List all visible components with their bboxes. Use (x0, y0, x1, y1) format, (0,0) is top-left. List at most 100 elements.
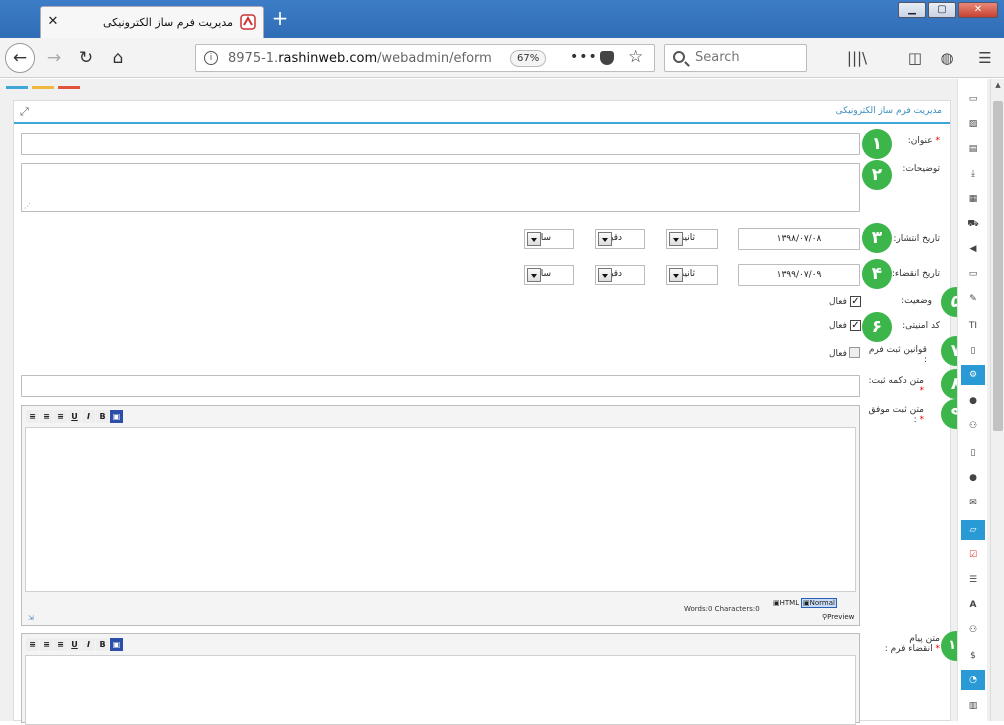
italic-icon[interactable]: I (82, 638, 95, 651)
globe-icon[interactable]: ◍ (936, 47, 958, 69)
page-actions-icon[interactable]: ••• (570, 49, 598, 65)
search-box[interactable] (664, 44, 807, 72)
chevron-down-icon (598, 268, 612, 282)
library-icon[interactable]: |||\ (846, 47, 868, 69)
underline-icon[interactable]: U (68, 638, 81, 651)
users-icon[interactable]: ⚇ (961, 416, 985, 436)
submit-text-label: متن دکمه ثبت: * (868, 376, 924, 396)
mobile-icon[interactable]: ▯ (961, 443, 985, 463)
align-center-icon[interactable]: ≡ (40, 410, 53, 423)
pocket-icon[interactable] (600, 51, 614, 65)
font-icon[interactable]: A (961, 595, 985, 615)
image-icon[interactable]: ▨ (961, 114, 985, 134)
editor-resize-icon[interactable]: ⇲ (28, 614, 34, 622)
expire-message-area[interactable] (25, 655, 856, 725)
status-check-label: فعال (829, 297, 847, 307)
bold-icon[interactable]: B (96, 410, 109, 423)
bold-icon[interactable]: B (96, 638, 109, 651)
reload-button[interactable]: ↻ (72, 44, 100, 72)
users-group-icon[interactable]: ⚇ (961, 620, 985, 640)
bookmark-star-icon[interactable]: ☆ (628, 47, 643, 67)
bar-chart-icon[interactable]: ▥ (961, 696, 985, 716)
menu-icon[interactable]: ☰ (974, 47, 996, 69)
align-left-icon[interactable]: ≡ (54, 410, 67, 423)
sitemap-icon[interactable]: ⚙ (961, 365, 985, 385)
window-close-icon[interactable]: ✕ (958, 2, 998, 18)
security-code-checkbox[interactable]: ✓ (850, 320, 861, 331)
success-text-editor: ≡ ≡ ≡ U I B ▣ ▣Normal ▣HTML Words:0 Char… (21, 405, 860, 626)
save-icon[interactable]: ▣ (110, 638, 123, 651)
folder-open-icon[interactable]: ▱ (961, 520, 985, 540)
description-textarea[interactable]: ⋰ (21, 163, 860, 212)
home-button[interactable]: ⌂ (104, 44, 132, 72)
page-content: ⤢ مدیریت فرم ساز الکترونیکی * عنوان: توض… (0, 79, 990, 725)
cart-icon[interactable]: ⛟ (961, 214, 985, 234)
search-input[interactable] (695, 50, 800, 65)
align-right-icon[interactable]: ≡ (26, 410, 39, 423)
close-tab-icon[interactable]: ✕ (45, 14, 61, 30)
monitor-icon[interactable]: ▭ (961, 264, 985, 284)
chevron-down-icon (669, 232, 683, 246)
speaker-icon[interactable]: ◀ (961, 239, 985, 259)
success-text-area[interactable] (25, 427, 856, 592)
url-bar[interactable]: i 8975-1.rashinweb.com/webadmin/eform 67… (195, 44, 655, 72)
preview-button[interactable]: ⚲Preview (822, 613, 854, 621)
browser-tab[interactable]: ✕ مدیریت فرم ساز الکترونیکی (40, 6, 264, 38)
user-icon[interactable]: ● (961, 391, 985, 411)
minimize-icon[interactable]: ▁ (898, 2, 926, 18)
zoom-level-badge[interactable]: 67% (510, 50, 547, 67)
expand-icon[interactable]: ⤢ (20, 105, 29, 119)
search-icon (673, 51, 685, 63)
expire-date-input[interactable]: ۱۳۹۹/۰۷/۰۹ (738, 264, 860, 286)
download-icon[interactable]: ⤓ (961, 164, 985, 184)
forward-button[interactable]: → (40, 44, 68, 72)
expire-hour-select[interactable]: ساعت (524, 265, 574, 285)
underline-icon[interactable]: U (68, 410, 81, 423)
url-text[interactable]: 8975-1.rashinweb.com/webadmin/eform (228, 51, 492, 66)
status-checkbox[interactable]: ✓ (850, 296, 861, 307)
accent-strip-blue (6, 86, 28, 89)
info-icon[interactable]: i (204, 51, 218, 65)
align-left-icon[interactable]: ≡ (54, 638, 67, 651)
document-icon[interactable]: ▤ (961, 139, 985, 159)
back-button[interactable]: ← (5, 43, 35, 73)
align-right-icon[interactable]: ≡ (26, 638, 39, 651)
security-check-label: فعال (829, 321, 847, 331)
publish-hour-select[interactable]: ساعت (524, 229, 574, 249)
file-icon[interactable]: ▯ (961, 341, 985, 361)
html-mode-button[interactable]: ▣HTML (773, 599, 799, 607)
publish-minute-select[interactable]: دقیقه (595, 229, 645, 249)
chevron-down-icon (527, 232, 541, 246)
publish-date-input[interactable]: ۱۳۹۸/۰۷/۰۸ (738, 228, 860, 250)
card-icon[interactable]: ▭ (961, 89, 985, 109)
title-input[interactable] (21, 133, 860, 155)
scroll-thumb[interactable] (993, 101, 1003, 431)
checkbox-icon[interactable]: ☑ (961, 545, 985, 565)
pen-icon[interactable]: ✎ (961, 289, 985, 309)
chat-icon[interactable]: ● (961, 468, 985, 488)
mail-icon[interactable]: ✉ (961, 493, 985, 513)
normal-mode-button[interactable]: ▣Normal (801, 598, 837, 608)
form-rules-checkbox[interactable] (849, 347, 860, 358)
list-icon[interactable]: ☰ (961, 570, 985, 590)
submit-text-input[interactable] (21, 375, 860, 397)
text-size-icon[interactable]: TI (961, 316, 985, 336)
scroll-up-icon[interactable]: ▲ (993, 81, 1003, 91)
pie-chart-icon[interactable]: ◔ (961, 670, 985, 690)
italic-icon[interactable]: I (82, 410, 95, 423)
expire-message-editor: ≡ ≡ ≡ U I B ▣ (21, 633, 860, 725)
dollar-icon[interactable]: $ (961, 646, 985, 666)
resize-handle-icon[interactable]: ⋰ (24, 202, 31, 210)
film-icon[interactable]: ▦ (961, 189, 985, 209)
editor-toolbar: ≡ ≡ ≡ U I B ▣ (26, 638, 123, 652)
page-scrollbar[interactable]: ▲ (990, 79, 1004, 721)
publish-second-select[interactable]: ثانیه (666, 229, 718, 249)
expire-minute-select[interactable]: دقیقه (595, 265, 645, 285)
align-center-icon[interactable]: ≡ (40, 638, 53, 651)
expire-second-select[interactable]: ثانیه (666, 265, 718, 285)
save-icon[interactable]: ▣ (110, 410, 123, 423)
new-tab-button[interactable]: + (270, 8, 290, 29)
maximize-icon[interactable]: ▢ (928, 2, 956, 18)
sidebar-toggle-icon[interactable]: ◫ (904, 47, 926, 69)
publish-date-label: تاریخ انتشار: (893, 234, 940, 244)
